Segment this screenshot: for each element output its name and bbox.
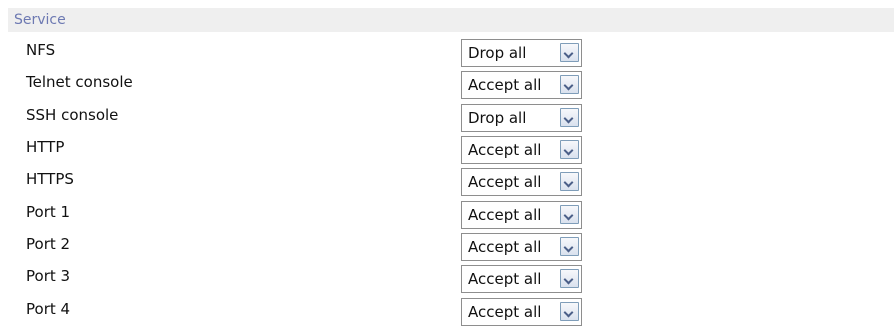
chevron-down-icon[interactable] — [560, 269, 579, 289]
selected-policy: Accept all — [468, 270, 542, 289]
nfs-policy-select[interactable]: Drop all — [461, 39, 582, 67]
selected-policy: Drop all — [468, 108, 527, 127]
selected-policy: Drop all — [468, 44, 527, 62]
service-label: Port 1 — [26, 202, 71, 221]
service-row-port-4: Port 4 Accept all — [0, 296, 894, 328]
selected-policy: Accept all — [468, 76, 542, 95]
selected-policy: Accept all — [468, 205, 542, 224]
service-settings-panel: Service NFS Drop all Telnet console Acce… — [0, 0, 894, 326]
service-row-https: HTTPS Accept all — [0, 166, 894, 198]
selected-policy: Accept all — [468, 238, 542, 257]
service-label: Port 2 — [26, 235, 71, 254]
chevron-down-icon[interactable] — [560, 140, 579, 160]
port-1-policy-select[interactable]: Accept all — [461, 200, 582, 229]
service-section-header: Service — [8, 8, 894, 32]
http-policy-select[interactable]: Accept all — [461, 136, 582, 165]
service-row-ssh-console: SSH console Drop all — [0, 102, 894, 134]
service-label: HTTPS — [26, 170, 74, 189]
service-row-telnet-console: Telnet console Accept all — [0, 69, 894, 101]
service-row-port-2: Port 2 Accept all — [0, 231, 894, 263]
service-row-port-3: Port 3 Accept all — [0, 263, 894, 295]
selected-policy: Accept all — [468, 173, 542, 192]
telnet-console-policy-select[interactable]: Accept all — [461, 71, 582, 100]
chevron-down-icon[interactable] — [560, 237, 579, 257]
service-row-http: HTTP Accept all — [0, 134, 894, 166]
service-label: NFS — [26, 41, 56, 59]
service-label: HTTP — [26, 138, 65, 157]
port-3-policy-select[interactable]: Accept all — [461, 265, 582, 294]
chevron-down-icon[interactable] — [560, 204, 579, 224]
service-label: Port 3 — [26, 267, 71, 286]
service-label: Port 4 — [26, 299, 71, 318]
https-policy-select[interactable]: Accept all — [461, 168, 582, 197]
port-2-policy-select[interactable]: Accept all — [461, 233, 582, 262]
selected-policy: Accept all — [468, 141, 542, 160]
service-row-nfs: NFS Drop all — [0, 37, 894, 69]
ssh-console-policy-select[interactable]: Drop all — [461, 103, 582, 132]
chevron-down-icon[interactable] — [560, 172, 579, 192]
section-title: Service — [14, 12, 66, 28]
service-label: SSH console — [26, 105, 119, 124]
chevron-down-icon[interactable] — [560, 75, 579, 95]
service-rows: NFS Drop all Telnet console Accept all S… — [0, 37, 894, 328]
selected-policy: Accept all — [468, 302, 542, 321]
chevron-down-icon[interactable] — [560, 43, 579, 62]
service-label: Telnet console — [26, 73, 133, 92]
port-4-policy-select[interactable]: Accept all — [461, 297, 582, 326]
chevron-down-icon[interactable] — [560, 107, 579, 127]
service-row-port-1: Port 1 Accept all — [0, 199, 894, 231]
